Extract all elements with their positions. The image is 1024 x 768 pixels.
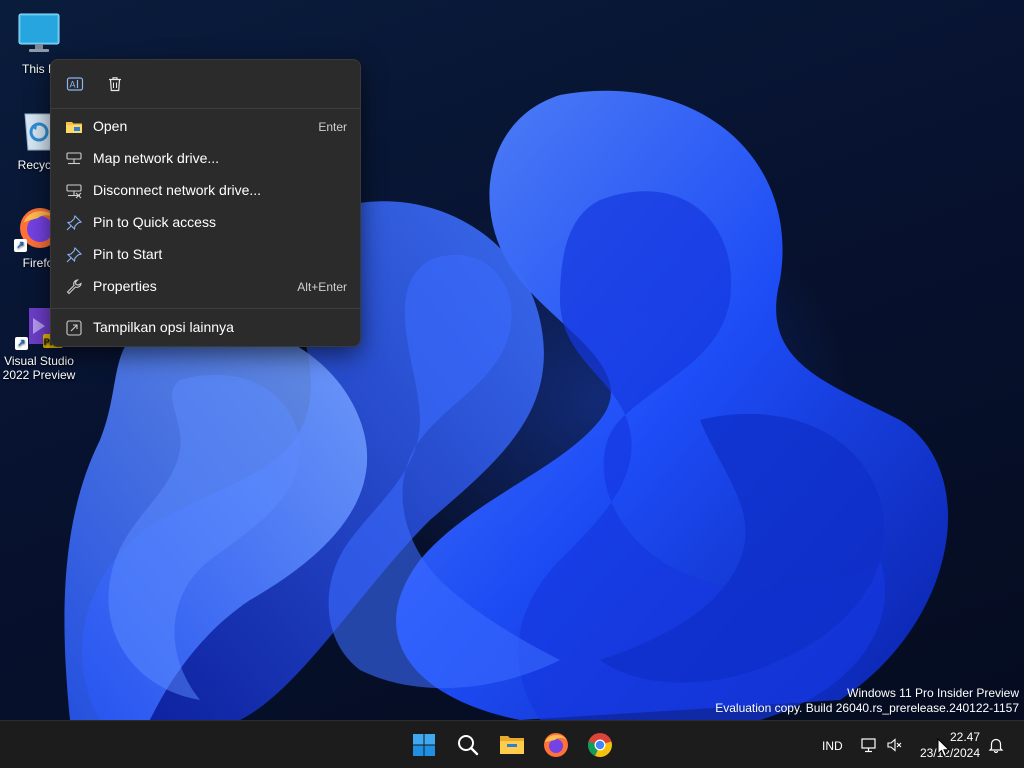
menu-item-shortcut: Alt+Enter [297,280,347,294]
menu-item-map-network-drive[interactable]: Map network drive... [55,144,357,174]
menu-item-label: Map network drive... [93,150,220,166]
menu-item-disconnect-network-drive[interactable]: Disconnect network drive... [55,176,357,206]
volume-muted-button[interactable] [882,729,908,761]
network-status-button[interactable] [856,729,882,761]
watermark-line1: Windows 11 Pro Insider Preview [847,686,1019,700]
menu-item-label: Disconnect network drive... [93,182,262,198]
menu-item-open[interactable]: Open Enter [55,112,357,142]
search-button[interactable] [452,729,484,761]
menu-item-pin-to-quick-access[interactable]: Pin to Quick access [55,208,357,238]
firefox-icon [544,733,568,757]
menu-item-label: Open [93,118,128,134]
svg-text:A: A [69,80,75,90]
watermark-line2: Evaluation copy. Build 26040.rs_prerelea… [715,701,1019,715]
rename-button[interactable]: A [61,70,89,98]
context-menu: A Open Enter Map network drive... Discon… [50,59,361,347]
disconnect-drive-icon [66,184,82,199]
language-indicator[interactable]: IND [822,739,843,753]
pin-icon [66,246,83,263]
notifications-button[interactable] [984,729,1008,761]
desktop-icon-label-line1: Visual Studio [4,354,74,368]
more-options-icon [66,320,82,336]
menu-item-label: Pin to Quick access [93,214,216,230]
network-icon [861,738,876,753]
monitor-icon [15,10,63,58]
folder-icon [66,122,82,133]
menu-separator [51,308,360,309]
chrome-taskbar-button[interactable] [584,729,616,761]
menu-item-pin-to-start[interactable]: Pin to Start [55,240,357,270]
shortcut-arrow-icon: ↗ [14,239,27,252]
evaluation-watermark: Windows 11 Pro Insider Preview Evaluatio… [715,686,1019,716]
menu-item-label: Tampilkan opsi lainnya [93,319,234,335]
menu-item-label: Properties [93,278,157,294]
start-button[interactable] [408,729,440,761]
file-explorer-icon [500,736,524,754]
bell-icon [988,738,1004,753]
wrench-icon [66,279,82,295]
search-icon [458,735,479,756]
pin-icon [66,214,83,231]
menu-item-label: Pin to Start [93,246,163,262]
map-drive-icon [66,152,82,165]
menu-item-shortcut: Enter [318,120,347,134]
windows-start-icon [413,734,435,756]
firefox-taskbar-button[interactable] [540,729,572,761]
chrome-icon [588,733,612,757]
context-menu-quick-actions: A [51,60,360,109]
delete-icon [109,77,121,92]
desktop-icon-label-line2: 2022 Preview [2,368,76,382]
file-explorer-button[interactable] [496,729,528,761]
shortcut-arrow-icon: ↗ [15,337,28,350]
menu-item-show-more-options[interactable]: Tampilkan opsi lainnya [55,313,357,343]
menu-item-properties[interactable]: Properties Alt+Enter [55,272,357,302]
mouse-cursor-icon [937,738,951,758]
rename-icon: A [66,77,84,91]
speaker-muted-icon [887,738,902,752]
delete-button[interactable] [101,70,129,98]
taskbar: IND 22.47 23/12/2024 [0,720,1024,768]
